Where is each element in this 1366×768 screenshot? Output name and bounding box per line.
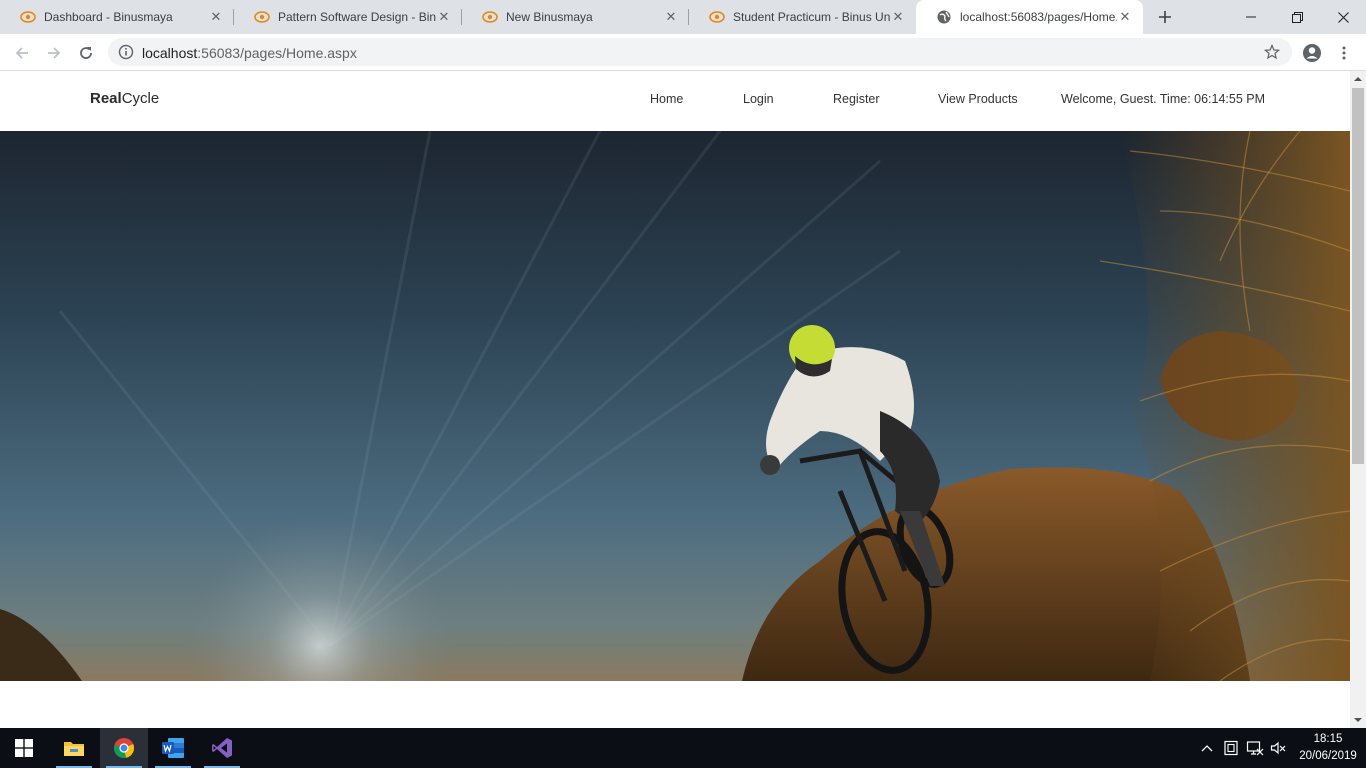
brand-bold: Real bbox=[90, 90, 122, 107]
kebab-menu-icon bbox=[1342, 46, 1346, 60]
nav-link-login[interactable]: Login bbox=[743, 92, 774, 106]
minimize-button[interactable] bbox=[1228, 0, 1274, 34]
tablet-mode-icon[interactable] bbox=[1221, 728, 1241, 768]
tab-title: Student Practicum - Binus Univ bbox=[733, 10, 890, 24]
url-host: localhost bbox=[142, 45, 198, 61]
nav-link-register[interactable]: Register bbox=[833, 92, 880, 106]
new-tab-button[interactable] bbox=[1152, 5, 1178, 29]
arrow-right-icon bbox=[48, 47, 61, 59]
tab-title: localhost:56083/pages/Home.aspx bbox=[960, 10, 1117, 24]
browser-tab[interactable]: Dashboard - Binusmaya ✕ bbox=[0, 0, 234, 34]
site-navbar: RealCycle Home Login Register View Produ… bbox=[0, 71, 1350, 131]
web-page: RealCycle Home Login Register View Produ… bbox=[0, 71, 1350, 728]
taskbar-clock[interactable]: 18:15 20/06/2019 bbox=[1294, 731, 1362, 765]
chrome-icon bbox=[114, 738, 135, 758]
windows-taskbar: 18:15 20/06/2019 bbox=[0, 728, 1366, 768]
start-button[interactable] bbox=[0, 728, 48, 768]
visual-studio-icon bbox=[212, 738, 232, 758]
reload-button[interactable] bbox=[72, 39, 100, 67]
page-scrollbar[interactable] bbox=[1350, 71, 1366, 728]
taskbar-file-explorer[interactable] bbox=[50, 728, 98, 768]
browser-tab[interactable]: New Binusmaya ✕ bbox=[462, 0, 689, 34]
binusmaya-icon bbox=[20, 9, 36, 25]
taskbar-chrome[interactable] bbox=[100, 728, 148, 768]
network-icon[interactable] bbox=[1244, 728, 1266, 768]
site-brand-logo[interactable]: RealCycle bbox=[90, 90, 159, 107]
back-button[interactable] bbox=[8, 39, 36, 67]
mountain-biker-image bbox=[0, 131, 1350, 681]
binusmaya-icon bbox=[482, 9, 498, 25]
welcome-time-text: Welcome, Guest. Time: 06:14:55 PM bbox=[1061, 92, 1266, 106]
reload-icon bbox=[80, 47, 92, 59]
close-tab-icon[interactable]: ✕ bbox=[890, 9, 906, 25]
taskbar-visual-studio[interactable] bbox=[198, 728, 246, 768]
browser-tab-active[interactable]: localhost:56083/pages/Home.aspx ✕ bbox=[916, 0, 1143, 34]
tab-title: Dashboard - Binusmaya bbox=[44, 10, 173, 24]
close-tab-icon[interactable]: ✕ bbox=[663, 9, 679, 25]
globe-icon bbox=[936, 9, 952, 25]
address-bar[interactable]: localhost:56083/pages/Home.aspx bbox=[108, 38, 1292, 66]
address-url[interactable]: localhost:56083/pages/Home.aspx bbox=[142, 45, 357, 61]
browser-tab[interactable]: Pattern Software Design - Binus ✕ bbox=[234, 0, 462, 34]
word-icon bbox=[162, 738, 184, 758]
taskbar-word[interactable] bbox=[149, 728, 197, 768]
close-tab-icon[interactable]: ✕ bbox=[1117, 9, 1133, 25]
nav-link-view-products[interactable]: View Products bbox=[938, 92, 1018, 106]
arrow-left-icon bbox=[15, 47, 28, 59]
file-explorer-icon bbox=[64, 742, 84, 756]
profile-button[interactable] bbox=[1298, 39, 1326, 67]
url-path: :56083/pages/Home.aspx bbox=[197, 45, 357, 61]
info-icon[interactable] bbox=[118, 44, 134, 60]
volume-muted-icon[interactable] bbox=[1268, 728, 1288, 768]
close-tab-icon[interactable]: ✕ bbox=[208, 9, 224, 25]
restore-button[interactable] bbox=[1274, 0, 1320, 34]
binusmaya-icon bbox=[254, 9, 270, 25]
start-icon bbox=[15, 739, 33, 757]
scroll-down-arrow-icon[interactable] bbox=[1350, 712, 1366, 728]
tab-title: New Binusmaya bbox=[506, 10, 593, 24]
browser-tab[interactable]: Student Practicum - Binus Univ ✕ bbox=[689, 0, 916, 34]
bookmark-star-icon[interactable] bbox=[1264, 44, 1280, 60]
close-tab-icon[interactable]: ✕ bbox=[436, 9, 452, 25]
tab-title: Pattern Software Design - Binus bbox=[278, 10, 436, 24]
clock-date: 20/06/2019 bbox=[1299, 750, 1357, 762]
tray-chevron-up-icon[interactable] bbox=[1198, 728, 1216, 768]
binusmaya-icon bbox=[709, 9, 725, 25]
scroll-up-arrow-icon[interactable] bbox=[1350, 71, 1366, 87]
nav-link-home[interactable]: Home bbox=[650, 92, 683, 106]
account-icon bbox=[1303, 44, 1321, 62]
scrollbar-thumb[interactable] bbox=[1352, 88, 1364, 464]
brand-regular: Cycle bbox=[121, 90, 160, 107]
hero-banner-image bbox=[0, 131, 1350, 681]
browser-tab-strip: Dashboard - Binusmaya ✕ Pattern Software… bbox=[0, 0, 1366, 34]
browser-toolbar: localhost:56083/pages/Home.aspx bbox=[0, 34, 1366, 71]
close-window-button[interactable] bbox=[1320, 0, 1366, 34]
forward-button[interactable] bbox=[40, 39, 68, 67]
clock-time: 18:15 bbox=[1313, 733, 1343, 745]
browser-menu-button[interactable] bbox=[1330, 39, 1358, 67]
